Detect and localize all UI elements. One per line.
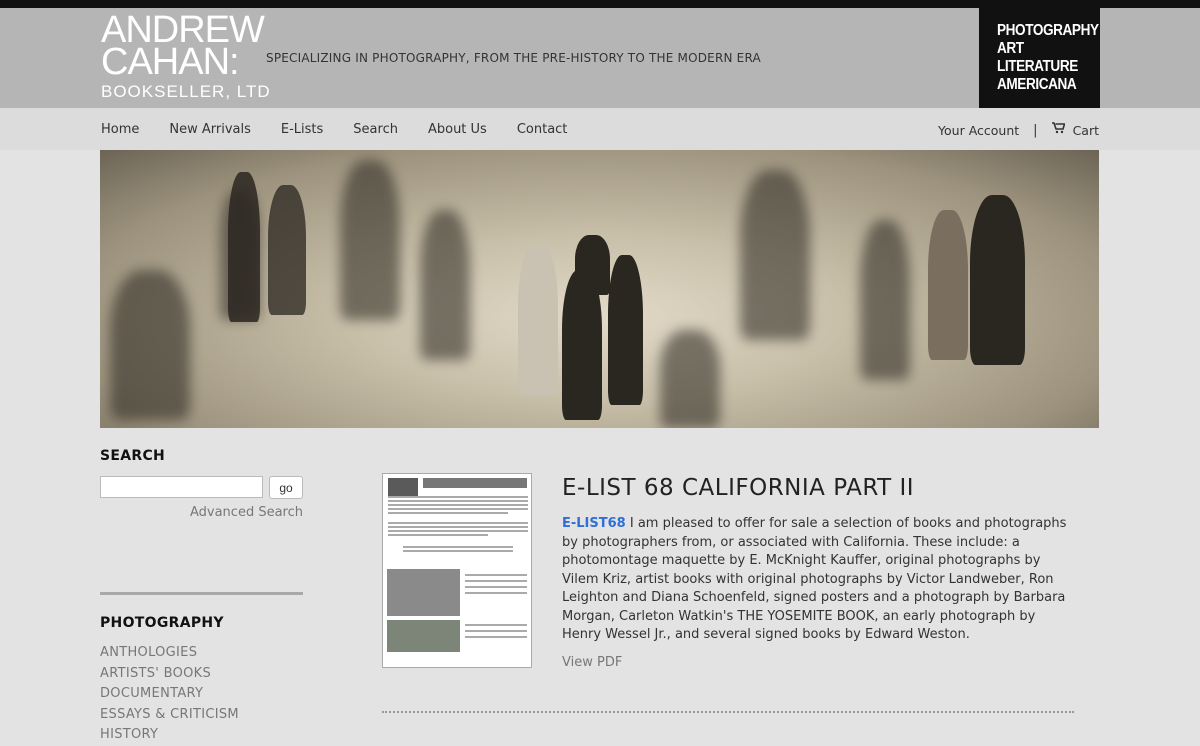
elist-body: I am pleased to offer for sale a selecti… — [562, 516, 1067, 642]
category-anthologies[interactable]: ANTHOLOGIES — [100, 643, 303, 664]
sidebar-divider — [100, 592, 303, 595]
elist-code-link[interactable]: E-LIST68 — [562, 516, 626, 531]
elist-title[interactable]: E-LIST 68 CALIFORNIA PART II — [562, 475, 1074, 501]
elist-description: E-LIST68 I am pleased to offer for sale … — [562, 515, 1074, 645]
entry-divider — [382, 711, 1074, 713]
nav-e-lists[interactable]: E-Lists — [281, 122, 323, 137]
search-input[interactable] — [100, 476, 263, 498]
nav-separator: | — [1033, 122, 1038, 138]
search-heading: SEARCH — [100, 448, 166, 464]
cart-link[interactable]: Cart — [1073, 123, 1099, 138]
category-artists-books[interactable]: ARTISTS' BOOKS — [100, 664, 303, 685]
go-button[interactable]: go — [269, 476, 303, 499]
advanced-search-link[interactable]: Advanced Search — [100, 505, 303, 520]
your-account-link[interactable]: Your Account — [938, 123, 1019, 138]
cart-icon[interactable] — [1051, 122, 1066, 138]
category-essays-criticism[interactable]: ESSAYS & CRITICISM — [100, 705, 303, 726]
logo-line-3: BOOKSELLER, LTD — [101, 82, 271, 101]
top-strip — [0, 0, 1200, 8]
category-photography[interactable]: PHOTOGRAPHY — [997, 22, 1099, 40]
hero-photo — [100, 150, 1099, 428]
category-documentary[interactable]: DOCUMENTARY — [100, 684, 303, 705]
site-logo[interactable]: ANDREW CAHAN: BOOKSELLER, LTD — [101, 11, 271, 102]
nav-about-us[interactable]: About Us — [428, 122, 487, 137]
tagline: SPECIALIZING IN PHOTOGRAPHY, FROM THE PR… — [266, 51, 761, 65]
sidebar: SEARCH go Advanced Search PHOTOGRAPHY AN… — [100, 448, 303, 746]
view-pdf-link[interactable]: View PDF — [562, 655, 1074, 670]
category-art[interactable]: ART — [997, 40, 1085, 58]
nav-new-arrivals[interactable]: New Arrivals — [169, 122, 251, 137]
site-header: ANDREW CAHAN: BOOKSELLER, LTD SPECIALIZI… — [0, 8, 1200, 108]
nav-search[interactable]: Search — [353, 122, 398, 137]
category-box: PHOTOGRAPHY ART LITERATURE AMERICANA — [979, 8, 1100, 108]
main-nav: Home New Arrivals E-Lists Search About U… — [0, 108, 1200, 150]
nav-home[interactable]: Home — [101, 122, 139, 137]
category-literature[interactable]: LITERATURE — [997, 58, 1085, 76]
elist-thumbnail[interactable] — [382, 473, 532, 668]
photography-heading: PHOTOGRAPHY — [100, 615, 224, 631]
category-americana[interactable]: AMERICANA — [997, 76, 1085, 94]
category-history[interactable]: HISTORY — [100, 725, 303, 746]
nav-contact[interactable]: Contact — [517, 122, 568, 137]
